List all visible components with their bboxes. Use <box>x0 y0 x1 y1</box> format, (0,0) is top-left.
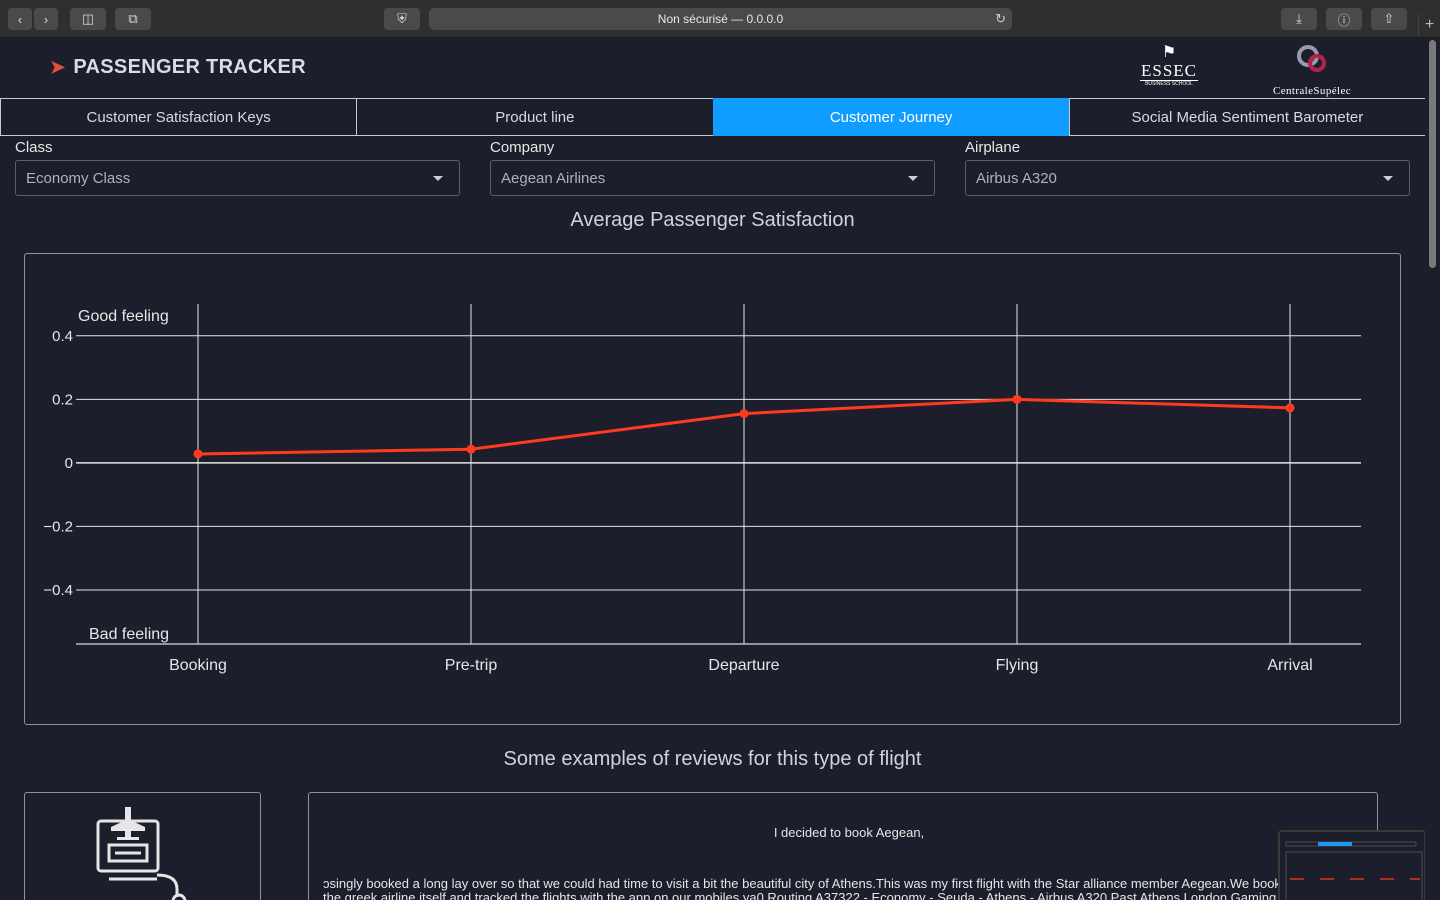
annotation-good-feeling: Good feeling <box>78 308 169 325</box>
page-minimap-thumbnail[interactable] <box>1278 830 1425 900</box>
tab-overview-icon[interactable]: ⧉ <box>115 8 151 30</box>
chart-svg: 0.4 0.2 0 −0.2 −0.4 Booking Pre-trip Departure F… <box>43 304 1361 674</box>
airplane-dropdown[interactable]: Airbus A320 <box>965 160 1410 196</box>
class-filter: Class Economy Class <box>15 139 460 196</box>
class-dropdown[interactable]: Economy Class <box>15 160 460 196</box>
review-icon-card <box>24 792 261 900</box>
data-point <box>193 449 203 459</box>
review-text-line: ɔsingly booked a long lay over so that w… <box>323 876 1375 891</box>
class-value: Economy Class <box>26 169 131 187</box>
data-point <box>1012 394 1022 404</box>
page-scrollbar[interactable] <box>1425 38 1440 900</box>
review-text: ɔsingly booked a long lay over so that w… <box>323 876 1375 900</box>
company-value: Aegean Airlines <box>501 169 606 187</box>
tab-customer-journey[interactable]: Customer Journey <box>712 98 1070 136</box>
review-heading: I decided to book Aegean, <box>773 825 925 840</box>
download-icon[interactable]: ⤓ <box>1281 8 1317 30</box>
scrollbar-thumb[interactable] <box>1429 40 1436 268</box>
privacy-shield-icon[interactable]: ⛨ <box>384 8 420 30</box>
essec-emblem-icon: ⚑ <box>1161 44 1177 61</box>
airplane-filter: Airplane Airbus A320 <box>965 139 1410 196</box>
browser-toolbar: ‹ › ◫ ⧉ ⛨ Non sécurisé — 0.0.0.0 ↻ ⤓ ⓘ ⇧… <box>0 0 1440 38</box>
new-tab-button[interactable]: + <box>1418 14 1440 36</box>
y-tick-label: −0.4 <box>43 582 73 599</box>
address-bar[interactable]: Non sécurisé — 0.0.0.0 ↻ <box>429 8 1012 30</box>
rocket-icon: ➤ <box>50 57 66 77</box>
y-tick-label: 0 <box>65 455 73 472</box>
back-button[interactable]: ‹ <box>8 8 32 30</box>
y-tick-label: 0.4 <box>52 328 73 345</box>
annotation-bad-feeling: Bad feeling <box>89 626 169 643</box>
app-title: PASSENGER TRACKER <box>73 56 306 78</box>
satisfaction-chart: 0.4 0.2 0 −0.2 −0.4 Booking Pre-trip Departure F… <box>24 253 1401 725</box>
centrale-logo: CentraleSupélec <box>1262 42 1362 97</box>
chevron-down-icon <box>433 175 443 181</box>
company-label: Company <box>490 139 555 156</box>
url-text: Non sécurisé — 0.0.0.0 <box>657 12 784 26</box>
review-card: I decided to book Aegean, ɔsingly booked… <box>308 792 1378 900</box>
x-tick-label: Arrival <box>1267 657 1312 674</box>
tab-social-media-sentiment[interactable]: Social Media Sentiment Barometer <box>1068 98 1425 136</box>
y-tick-label: 0.2 <box>52 391 73 408</box>
tab-customer-satisfaction-keys[interactable]: Customer Satisfaction Keys <box>0 98 358 136</box>
x-tick-label: Pre-trip <box>445 657 498 674</box>
sidebar-toggle-icon[interactable]: ◫ <box>70 8 106 30</box>
tab-bar: Customer Satisfaction Keys Product line … <box>0 98 1425 136</box>
airplane-value: Airbus A320 <box>976 169 1057 187</box>
chevron-down-icon <box>1383 175 1393 181</box>
share-icon[interactable]: ⇧ <box>1371 8 1407 30</box>
airplane-label: Airplane <box>965 139 1021 156</box>
app-header: ➤ PASSENGER TRACKER <box>50 56 306 79</box>
forward-button[interactable]: › <box>34 8 58 30</box>
online-booking-icon <box>96 807 187 900</box>
class-label: Class <box>15 139 53 156</box>
essec-logo: ⚑ ESSEC BUSINESS SCHOOL <box>1140 44 1198 87</box>
review-text-line: the greek airline itself and tracked the… <box>323 890 1368 900</box>
chevron-down-icon <box>908 175 918 181</box>
data-point <box>466 444 476 454</box>
reviews-title: Some examples of reviews for this type o… <box>503 748 922 770</box>
y-tick-label: −0.2 <box>43 518 73 535</box>
company-dropdown[interactable]: Aegean Airlines <box>490 160 935 196</box>
tab-product-line[interactable]: Product line <box>356 98 714 136</box>
centrale-swirl-icon <box>1297 45 1326 72</box>
dashboard-page: ➤ PASSENGER TRACKER ⚑ ESSEC BUSINESS SCH… <box>0 38 1425 900</box>
info-icon[interactable]: ⓘ <box>1326 8 1362 30</box>
reload-icon[interactable]: ↻ <box>995 11 1006 27</box>
x-tick-label: Departure <box>708 657 779 674</box>
data-point <box>1285 403 1295 413</box>
x-tick-label: Flying <box>996 657 1039 674</box>
x-tick-label: Booking <box>169 657 227 674</box>
chart-title: Average Passenger Satisfaction <box>570 209 855 231</box>
company-filter: Company Aegean Airlines <box>490 139 935 196</box>
data-point <box>739 409 749 419</box>
